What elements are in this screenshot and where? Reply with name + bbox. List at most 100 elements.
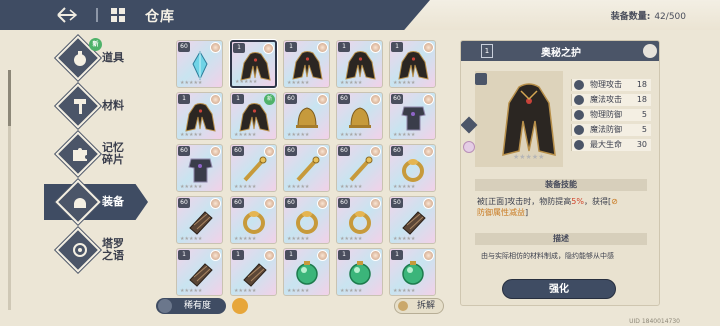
cloak-icon <box>292 51 323 80</box>
cloak-icon <box>345 51 376 80</box>
item-rarity-stars: ★★★★★ <box>234 184 257 190</box>
equipment-slot[interactable]: 60 ★★★★★ <box>176 196 223 244</box>
orb-icon <box>296 261 318 285</box>
staff-icon <box>296 156 320 182</box>
equipment-slot[interactable]: 1 ★★★★★ <box>230 248 277 296</box>
nav-item-props[interactable]: 新 道具 <box>8 35 148 81</box>
nav-item-tarot[interactable]: 塔罗 之语 <box>8 227 148 273</box>
decompose-button[interactable]: 拆解 <box>394 298 444 314</box>
item-rarity-stars: ★★★★★ <box>287 132 310 138</box>
shield-icon <box>574 110 584 120</box>
equipment-slot[interactable]: 60 ★★★★★ <box>283 144 330 192</box>
stat-value: 18 <box>636 95 647 104</box>
heart-icon <box>574 140 584 150</box>
cloak-icon <box>398 51 429 80</box>
equipment-slot[interactable]: 1 ★★★★★ <box>176 248 223 296</box>
tarot-card-icon <box>73 243 87 257</box>
equipment-slot[interactable]: 60 ★★★★★ <box>176 40 223 88</box>
armor-icon <box>188 158 213 183</box>
gauntlet-icon <box>402 211 426 235</box>
stat-row: 物理防御 5 <box>571 109 651 121</box>
lock-icon[interactable] <box>475 73 487 85</box>
equipment-slot[interactable]: 50 ★★★★★ <box>389 196 436 244</box>
equipment-slot[interactable]: 1 ★★★★★ <box>283 40 330 88</box>
potion-icon <box>74 51 86 66</box>
description-section-title: 描述 <box>475 233 647 245</box>
user-id: UID 1840014730 <box>629 318 680 325</box>
equipment-slot[interactable]: 60 ★★★★★ <box>389 92 436 140</box>
nav-item-label: 装备 <box>102 195 124 208</box>
hammer-icon <box>74 99 86 114</box>
back-icon[interactable] <box>56 6 80 24</box>
item-rarity-stars: ★★★★★ <box>393 288 416 294</box>
debuff-warning-icon: ⊘ <box>611 197 618 206</box>
equipment-slot[interactable]: 1 ★★★★★ <box>176 92 223 140</box>
rarity-sort-button[interactable]: 稀有度 <box>156 298 226 314</box>
equipment-slot[interactable]: 60 ★★★★★ <box>283 196 330 244</box>
nav-item-label: 塔罗 之语 <box>102 237 124 262</box>
nav-item-equipment[interactable]: 装备 <box>8 179 148 225</box>
equipment-slot[interactable]: 60 ★★★★★ <box>230 144 277 192</box>
bell-icon <box>296 107 318 128</box>
character-icon <box>463 141 475 153</box>
ring-icon <box>402 159 424 182</box>
ring-icon <box>349 211 371 234</box>
crystal-icon <box>192 51 208 81</box>
item-rarity-stars: ★★★★★ <box>513 153 545 161</box>
enhance-button[interactable]: 强化 <box>502 279 616 299</box>
item-rarity-stars: ★★★★★ <box>393 80 416 86</box>
equipment-slot[interactable]: 1 ★★★★★ <box>230 40 277 88</box>
stat-name: 魔法防御 <box>590 125 622 134</box>
equipment-slot[interactable]: 60 ★★★★★ <box>283 92 330 140</box>
item-rarity-stars: ★★★★★ <box>393 184 416 190</box>
ring-icon <box>243 211 265 234</box>
skill-description: 被[正面]攻击时，物防提高5%，获得[⊘ 防御属性减益] <box>477 197 618 217</box>
equipment-grid: 60 ★★★★★ 1 ★★★★★ 1 ★★★★★ 1 ★★★★★ 1 ★★★★★ 1 ★★★★★ 1 新 ★… <box>176 40 448 296</box>
item-rarity-stars: ★★★★★ <box>180 236 203 242</box>
item-rarity-stars: ★★★★★ <box>180 288 203 294</box>
sword-icon <box>574 80 584 90</box>
item-rarity-stars: ★★★★★ <box>340 236 363 242</box>
equipment-slot[interactable]: 60 ★★★★★ <box>336 92 383 140</box>
nav-item-label: 材料 <box>102 99 124 112</box>
item-rarity-stars: ★★★★★ <box>180 132 203 138</box>
equipment-slot[interactable]: 1 新 ★★★★★ <box>230 92 277 140</box>
warehouse-icon <box>111 8 125 22</box>
filter-icon[interactable] <box>232 298 248 314</box>
gauntlet-icon <box>189 263 213 287</box>
top-bar: 仓库 装备数量: 42/500 <box>0 0 720 30</box>
item-rarity-stars: ★★★★★ <box>234 236 257 242</box>
item-description: 由与实际相仿的材料制成，隐约能够从中感 <box>481 252 614 260</box>
equipment-slot[interactable]: 60 ★★★★★ <box>336 196 383 244</box>
equipment-slot[interactable]: 60 ★★★★★ <box>389 144 436 192</box>
equipment-slot[interactable]: 1 ★★★★★ <box>336 248 383 296</box>
nav-item-memory-shards[interactable]: 记忆 碎片 <box>8 131 148 177</box>
equipment-slot[interactable]: 1 ★★★★★ <box>336 40 383 88</box>
equipment-slot[interactable]: 1 ★★★★★ <box>389 248 436 296</box>
bell-icon <box>349 107 371 128</box>
nav-item-label: 记忆 碎片 <box>102 141 124 166</box>
skill-section-title: 装备技能 <box>475 179 647 191</box>
stat-name: 最大生命 <box>590 140 622 149</box>
decompose-icon <box>398 301 408 311</box>
header-divider <box>96 8 98 22</box>
swap-icon[interactable] <box>643 44 657 58</box>
stat-name: 物理防御 <box>590 110 622 119</box>
nav-item-materials[interactable]: 材料 <box>8 83 148 129</box>
orb-icon <box>349 261 371 285</box>
equipment-slot[interactable]: 60 ★★★★★ <box>336 144 383 192</box>
magic-shield-icon <box>574 125 584 135</box>
equipment-slot[interactable]: 60 ★★★★★ <box>230 196 277 244</box>
item-rarity-stars: ★★★★★ <box>234 132 257 138</box>
equipment-slot[interactable]: 60 ★★★★★ <box>176 144 223 192</box>
stat-name: 物理攻击 <box>590 80 622 89</box>
item-rarity-stars: ★★★★★ <box>287 236 310 242</box>
item-detail-panel: 1 奥秘之护 ★★★★★ 物理攻击 18 魔法攻击 18 物理防御 5 魔法防御 5 最大生命 3… <box>460 40 660 306</box>
gauntlet-icon <box>189 211 213 235</box>
category-nav: 新 道具 材料 记忆 碎片 装备 塔罗 之语 <box>8 30 154 316</box>
item-rarity-stars: ★★★★★ <box>340 132 363 138</box>
equipment-slot[interactable]: 1 ★★★★★ <box>283 248 330 296</box>
armor-icon <box>401 106 426 131</box>
equipment-slot[interactable]: 1 ★★★★★ <box>389 40 436 88</box>
stat-value: 5 <box>641 125 647 134</box>
